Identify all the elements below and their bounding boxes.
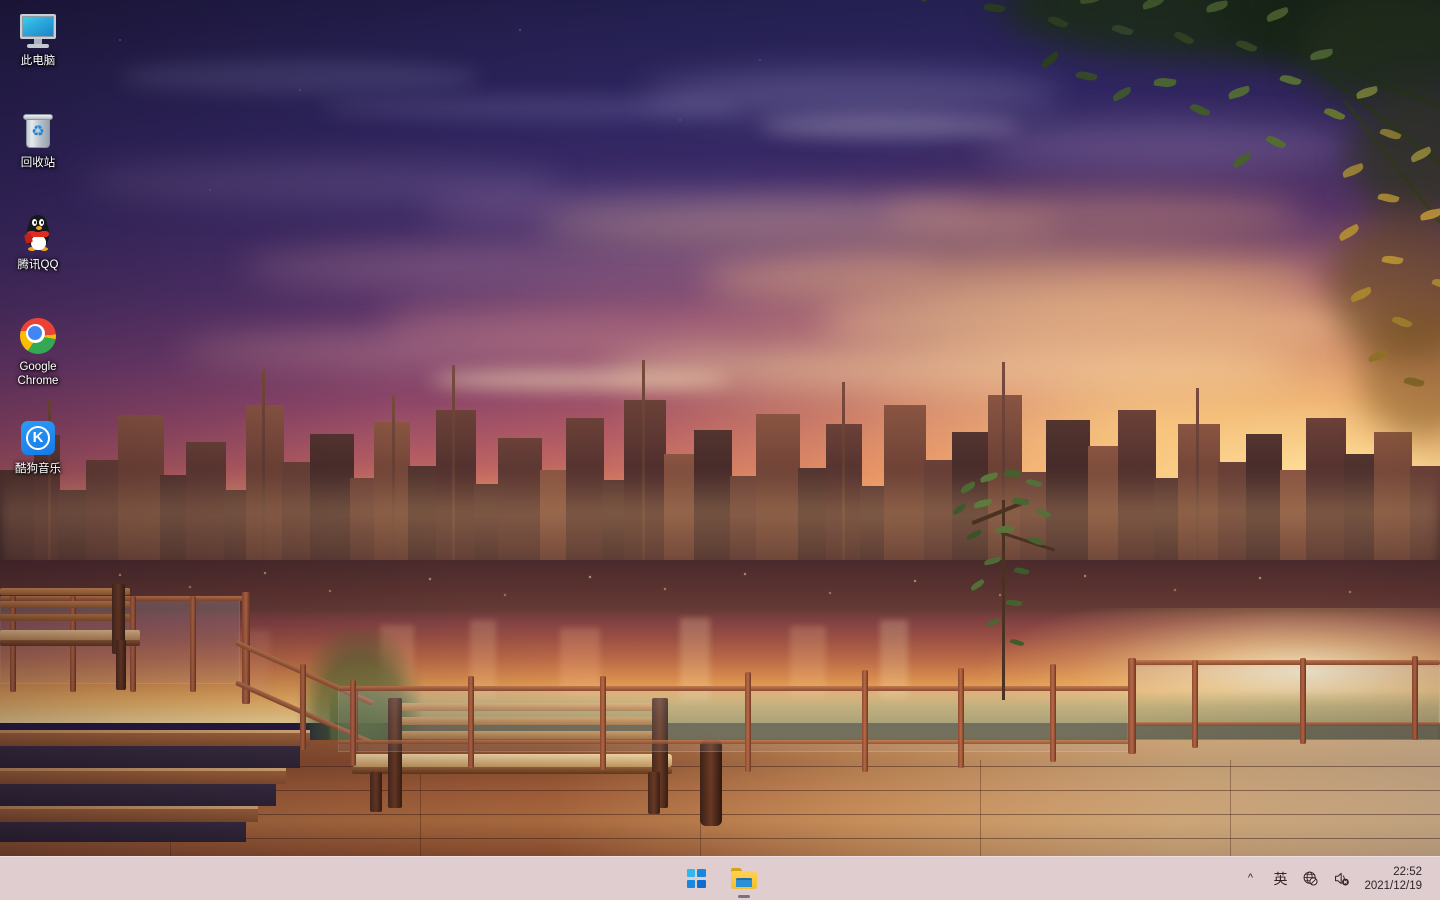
desktop-screen: 此电脑 ♻ 回收站 腾讯QQ Google Chrome K 酷狗音乐 ^ 英 …	[0, 0, 1440, 900]
show-desktop-button[interactable]	[1434, 857, 1440, 900]
network-status[interactable]	[1296, 862, 1325, 896]
qq-penguin-icon	[17, 213, 59, 255]
chrome-icon	[17, 315, 59, 357]
taskbar: ^ 英 22:52 2021/12/19	[0, 856, 1440, 900]
desktop-icon-tencent-qq[interactable]: 腾讯QQ	[4, 210, 72, 275]
running-indicator	[738, 894, 750, 898]
file-explorer-icon	[731, 867, 757, 890]
show-hidden-icons[interactable]: ^	[1236, 862, 1264, 896]
kugou-icon: K	[17, 417, 59, 459]
vignette-overlay	[0, 0, 1440, 856]
file-explorer-button[interactable]	[723, 859, 765, 899]
desktop-wallpaper[interactable]	[0, 0, 1440, 856]
volume-status[interactable]	[1327, 862, 1356, 896]
desktop-icon-this-pc[interactable]: 此电脑	[4, 6, 72, 71]
speaker-muted-icon	[1335, 872, 1350, 886]
start-button[interactable]	[675, 859, 717, 899]
desktop-icon-label: 此电脑	[20, 55, 56, 67]
taskbar-center-buttons	[675, 859, 765, 899]
taskbar-clock[interactable]: 22:52 2021/12/19	[1358, 861, 1432, 897]
desktop-icon-kugou-music[interactable]: K 酷狗音乐	[4, 414, 72, 479]
kugou-letter: K	[32, 429, 44, 446]
desktop-icon-label: 回收站	[20, 157, 56, 169]
clock-time: 22:52	[1393, 865, 1422, 878]
windows-start-icon	[686, 869, 706, 888]
network-globe-no-internet-icon	[1304, 871, 1318, 886]
recycle-bin-icon: ♻	[17, 111, 59, 153]
monitor-icon	[17, 9, 59, 51]
ime-language-icon: 英	[1273, 870, 1288, 887]
desktop-icon-google-chrome[interactable]: Google Chrome	[4, 312, 72, 390]
clock-date: 2021/12/19	[1364, 879, 1422, 892]
desktop-icon-recycle-bin[interactable]: ♻ 回收站	[4, 108, 72, 173]
input-method-indicator[interactable]: 英	[1266, 862, 1294, 896]
desktop-icon-label: 酷狗音乐	[15, 463, 61, 475]
chevron-up-icon: ^	[1247, 871, 1254, 884]
desktop-icon-label: Google Chrome	[17, 361, 59, 387]
system-tray: ^ 英 22:52 2021/12/19	[1236, 857, 1440, 900]
desktop-icon-label: 腾讯QQ	[17, 259, 59, 271]
